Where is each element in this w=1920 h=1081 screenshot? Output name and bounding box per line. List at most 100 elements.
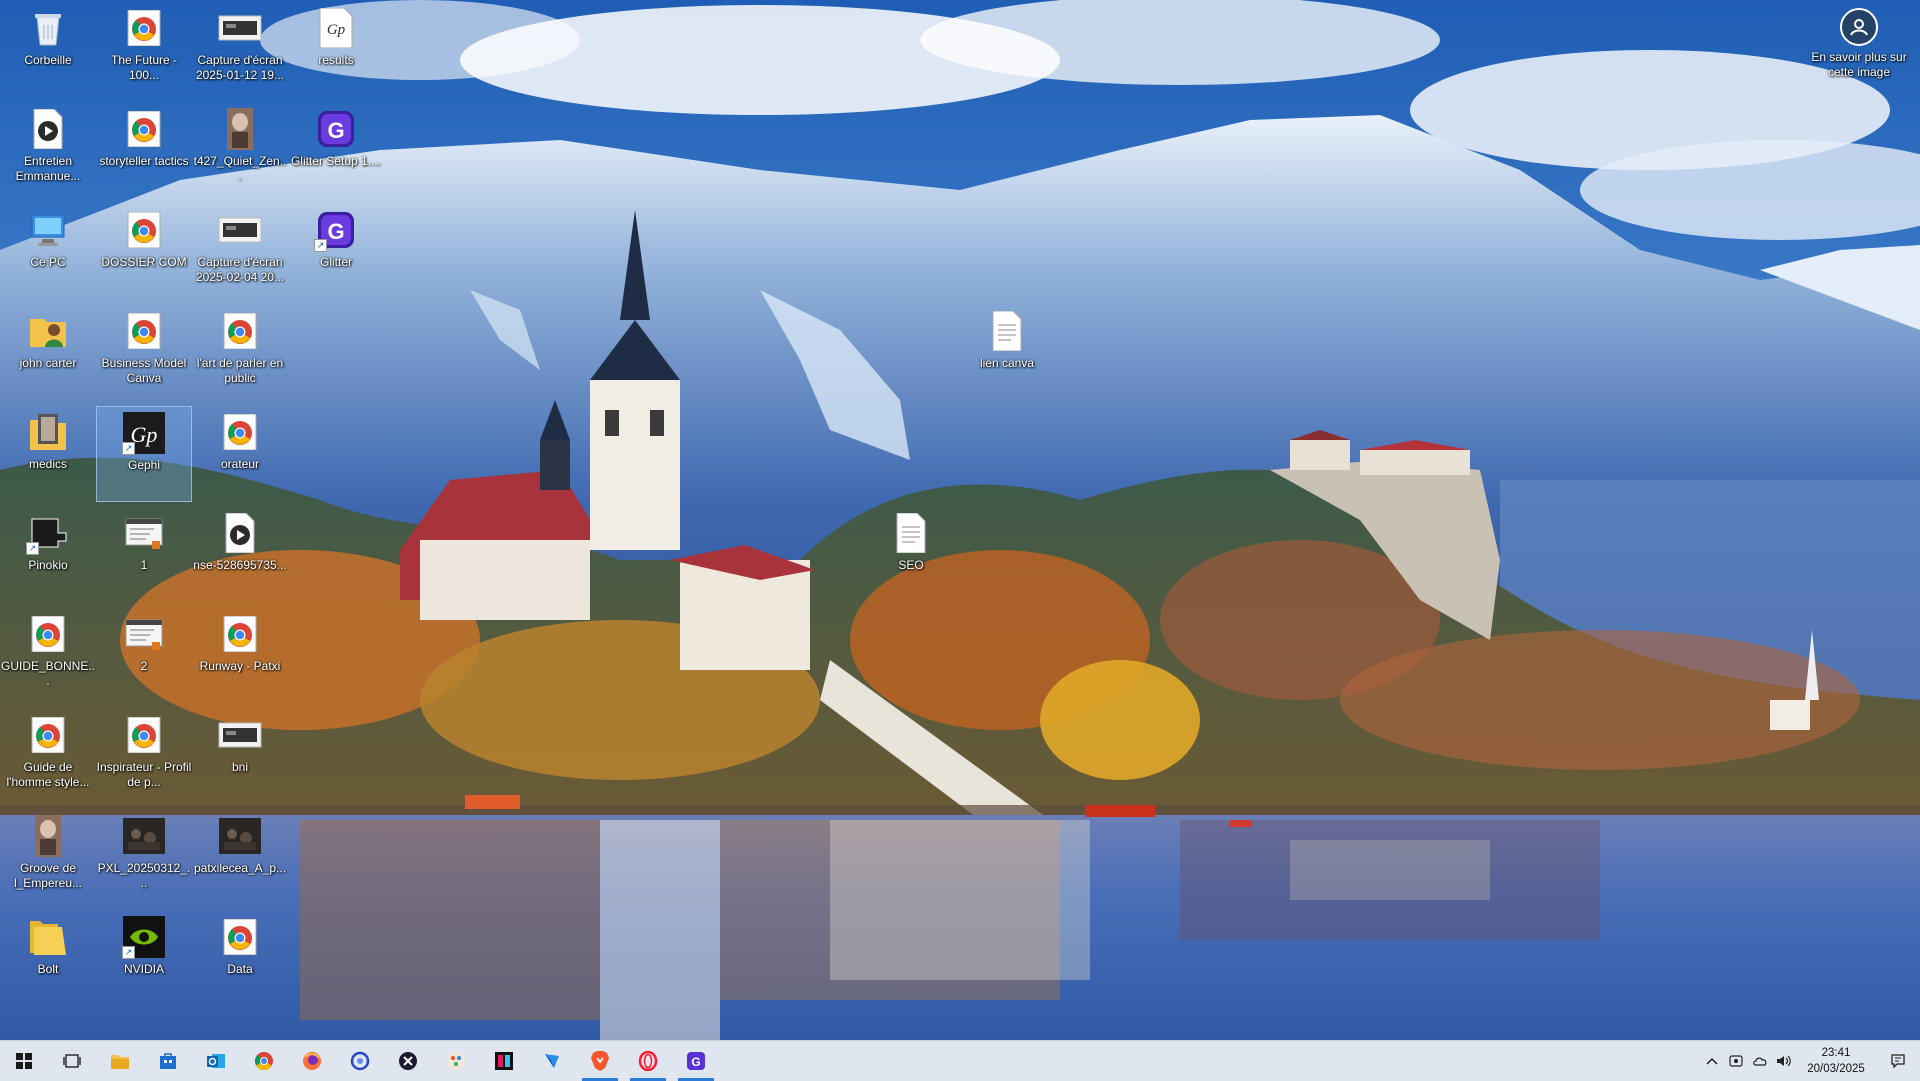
- taskbar-button-kite-app[interactable]: [528, 1041, 576, 1081]
- desktop-icon-capture-d-cran-2025-02-04-20[interactable]: Capture d'écran 2025-02-04 20...: [192, 204, 288, 300]
- camera-info-icon: [1840, 8, 1878, 46]
- taskbar-button-slack-like[interactable]: [480, 1041, 528, 1081]
- desktop-icon-medics[interactable]: medics: [0, 406, 96, 502]
- taskbar-button-store[interactable]: [144, 1041, 192, 1081]
- desktop-icon-glitter-setup-1[interactable]: G Glitter Setup 1....: [288, 103, 384, 199]
- task-view-icon: [63, 1053, 81, 1069]
- desktop-icon-guide-de-l-homme-style[interactable]: Guide de l'homme style...: [0, 709, 96, 805]
- chrome-icon: [218, 915, 262, 959]
- desktop-icon-1[interactable]: 1: [96, 507, 192, 603]
- window-file-icon: [122, 612, 166, 656]
- desktop-icon-label: GUIDE_BONNE...: [0, 659, 96, 688]
- desktop-icon-glitter[interactable]: G ↗ Glitter: [288, 204, 384, 300]
- desktop-icon-lien-canva[interactable]: lien canva: [959, 305, 1055, 401]
- system-clock[interactable]: 23:41 20/03/2025: [1796, 1045, 1876, 1077]
- meet-now-icon[interactable]: [1724, 1041, 1748, 1081]
- desktop-icon-label: Capture d'écran 2025-01-12 19...: [195, 53, 285, 82]
- desktop-icon-2[interactable]: 2: [96, 608, 192, 704]
- desktop-icon-nse-528695735[interactable]: nse-528695735...: [192, 507, 288, 603]
- taskbar-button-file-explorer[interactable]: [96, 1041, 144, 1081]
- desktop-icon-guide-bonne[interactable]: GUIDE_BONNE...: [0, 608, 96, 704]
- taskbar-button-chrome[interactable]: [240, 1041, 288, 1081]
- desktop-icon-john-carter[interactable]: john carter: [0, 305, 96, 401]
- desktop-icon-label: SEO: [898, 558, 924, 572]
- desktop-icon-label: Ce PC: [30, 255, 66, 269]
- desktop-icon-gephi[interactable]: Gp ↗ Gephi: [96, 406, 192, 502]
- desktop-icon-patxilecea-a-p[interactable]: patxilecea_A_p...: [192, 810, 288, 906]
- spotlight-info-button[interactable]: En savoir plus sur cette image: [1804, 8, 1914, 80]
- chrome-icon: [26, 612, 70, 656]
- desktop-icon-orateur[interactable]: orateur: [192, 406, 288, 502]
- spotlight-label: En savoir plus sur cette image: [1811, 50, 1907, 79]
- taskbar-button-opera[interactable]: [624, 1041, 672, 1081]
- desktop-icon-label: Guide de l'homme style...: [6, 760, 90, 789]
- chrome-icon: [122, 713, 166, 757]
- desktop-icon-runway-patxi[interactable]: Runway - Patxi: [192, 608, 288, 704]
- folder-icon: [26, 915, 70, 959]
- taskbar-button-cortana[interactable]: [336, 1041, 384, 1081]
- taskbar-button-glitter-taskbar[interactable]: G: [672, 1041, 720, 1081]
- taskbar-button-brave[interactable]: [576, 1041, 624, 1081]
- taskbar-button-firefox[interactable]: [288, 1041, 336, 1081]
- desktop-icon-results[interactable]: Gp results: [288, 2, 384, 98]
- desktop-icon-storyteller-tactics[interactable]: storyteller tactics: [96, 103, 192, 199]
- desktop-icon-label: bni: [231, 760, 248, 774]
- screenshot-icon: [218, 713, 262, 757]
- taskbar-button-windows-start[interactable]: [0, 1041, 48, 1081]
- desktop-icon-corbeille[interactable]: Corbeille: [0, 2, 96, 98]
- media-icon: [218, 511, 262, 555]
- taskbar-button-dev-app[interactable]: [384, 1041, 432, 1081]
- chevron-up-icon[interactable]: [1700, 1041, 1724, 1081]
- desktop-icon-inspirateur-profil-de-p[interactable]: Inspirateur - Profil de p...: [96, 709, 192, 805]
- desktop-icon-label: Inspirateur - Profil de p...: [96, 760, 192, 789]
- pinokio-icon: ↗: [26, 511, 70, 555]
- taskbar-button-paint-app[interactable]: [432, 1041, 480, 1081]
- desktop-icon-label: Gephi: [127, 458, 161, 472]
- desktop-icon-label: storyteller tactics: [99, 154, 189, 168]
- desktop-icon-groove-de-l-empereu[interactable]: Groove de l_Empereu...: [0, 810, 96, 906]
- firefox-icon: [302, 1051, 322, 1071]
- desktop-icon-l-art-de-parler-en-public[interactable]: l'art de parler en public: [192, 305, 288, 401]
- chrome-icon: [122, 208, 166, 252]
- shortcut-arrow-icon: ↗: [314, 239, 327, 252]
- desktop-icon-data[interactable]: Data: [192, 911, 288, 1007]
- desktop-icon-pinokio[interactable]: ↗ Pinokio: [0, 507, 96, 603]
- desktop-icon-ce-pc[interactable]: Ce PC: [0, 204, 96, 300]
- desktop-icon-t427-quiet-zen[interactable]: t427_Quiet_Zen...: [192, 103, 288, 199]
- taskbar-button-task-view[interactable]: [48, 1041, 96, 1081]
- onedrive-cloud-icon[interactable]: [1748, 1041, 1772, 1081]
- desktop-icon-business-model-canva[interactable]: Business Model Canva: [96, 305, 192, 401]
- screenshot-icon: [218, 6, 262, 50]
- desktop-icon-label: john carter: [19, 356, 77, 370]
- opera-icon: [638, 1051, 658, 1071]
- photo-icon: [122, 814, 166, 858]
- desktop-icon-capture-d-cran-2025-01-12-19[interactable]: Capture d'écran 2025-01-12 19...: [192, 2, 288, 98]
- desktop-icon-seo[interactable]: SEO: [863, 507, 959, 603]
- desktop-icon-bni[interactable]: bni: [192, 709, 288, 805]
- desktop-icon-label: nse-528695735...: [193, 558, 287, 572]
- shortcut-arrow-icon: ↗: [26, 542, 39, 555]
- gephi-icon: Gp ↗: [122, 411, 166, 455]
- system-tray: 23:41 20/03/2025: [1700, 1041, 1920, 1081]
- desktop-icon-label: Business Model Canva: [101, 356, 187, 385]
- desktop-icon-label: DOSSIER COM: [101, 255, 187, 269]
- desktop-icon-entretien-emmanue[interactable]: Entretien Emmanue...: [0, 103, 96, 199]
- store-icon: [159, 1052, 177, 1070]
- desktop-icon-nvidia[interactable]: ↗ NVIDIA: [96, 911, 192, 1007]
- image-icon: [218, 107, 262, 151]
- desktop-icon-label: Data: [227, 962, 253, 976]
- desktop-icon-bolt[interactable]: Bolt: [0, 911, 96, 1007]
- notification-center-button[interactable]: [1876, 1041, 1920, 1081]
- gephi-doc-icon: Gp: [314, 6, 358, 50]
- desktop-icon-pxl-20250312[interactable]: PXL_20250312_...: [96, 810, 192, 906]
- recycle-bin-icon: [26, 6, 70, 50]
- volume-icon[interactable]: [1772, 1041, 1796, 1081]
- desktop-icon-dossier-com[interactable]: DOSSIER COM: [96, 204, 192, 300]
- taskbar-button-outlook[interactable]: [192, 1041, 240, 1081]
- glitter-icon: G ↗: [314, 208, 358, 252]
- svg-text:G: G: [327, 219, 344, 244]
- desktop-icon-the-future-100[interactable]: The Future - 100...: [96, 2, 192, 98]
- svg-text:Gp: Gp: [327, 22, 346, 38]
- paint-app-icon: [446, 1051, 466, 1071]
- desktop-icon-label: patxilecea_A_p...: [193, 861, 287, 875]
